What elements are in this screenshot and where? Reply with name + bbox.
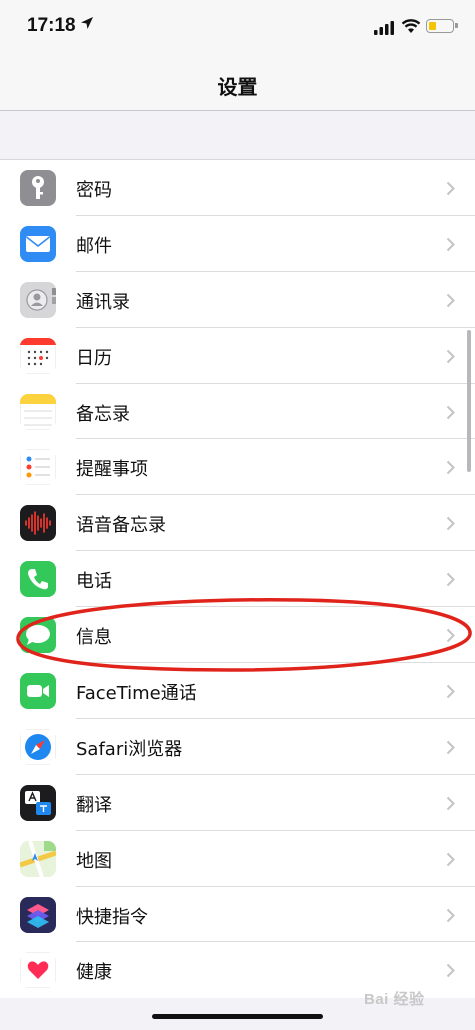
chevron-right-icon [446,964,455,978]
settings-row-messages[interactable]: 信息 [0,607,475,664]
settings-row-passwords[interactable]: 密码 [0,160,475,216]
scroll-indicator[interactable] [467,330,471,472]
calendar-icon [20,337,56,374]
settings-row-safari[interactable]: Safari浏览器 [0,719,475,775]
settings-row-label: 语音备忘录 [76,515,166,537]
status-bar: 17:18 [0,0,475,56]
phone-icon [20,561,56,598]
settings-row-label: 提醒事项 [76,459,148,481]
settings-row-translate[interactable]: 翻译 [0,775,475,831]
settings-row-label: 地图 [76,850,112,872]
chevron-right-icon [446,293,455,307]
navigation-bar: 设置 [0,56,475,111]
settings-row-label: 快捷指令 [76,906,148,928]
settings-row-label: FaceTime通话 [76,683,197,705]
settings-row-mail[interactable]: 邮件 [0,216,475,272]
settings-row-contacts[interactable]: 通讯录 [0,272,475,328]
key-icon [20,170,56,206]
home-indicator[interactable] [152,1014,323,1019]
settings-row-notes[interactable]: 备忘录 [0,384,475,440]
chevron-right-icon [446,237,455,252]
settings-row-voice-memos[interactable]: 语音备忘录 [0,495,475,552]
settings-row-label: Safari浏览器 [76,738,183,760]
wifi-icon [401,19,421,33]
settings-list: 密码 邮件 通讯录 日历 备忘录 提醒事项 语音备忘录 电话 信息 FaceTi… [0,159,475,999]
voice-memos-icon [20,505,56,542]
chevron-right-icon [446,628,455,643]
settings-row-label: 健康 [76,962,112,984]
settings-row-label: 备忘录 [76,403,130,425]
chevron-right-icon [446,740,455,755]
translate-icon [20,784,56,821]
chevron-right-icon [446,349,455,363]
chevron-right-icon [446,908,455,922]
settings-row-label: 密码 [76,180,112,201]
chevron-right-icon [446,573,455,587]
chevron-right-icon [446,796,455,811]
settings-row-label: 日历 [76,347,112,369]
chevron-right-icon [446,517,455,531]
location-arrow-icon [81,17,93,29]
mail-icon [20,225,56,262]
safari-icon [20,728,56,765]
maps-icon [20,840,56,877]
settings-row-reminders[interactable]: 提醒事项 [0,439,475,496]
facetime-icon [20,673,56,710]
contacts-icon [20,281,56,318]
shortcuts-icon [20,896,56,933]
chevron-right-icon [446,852,455,866]
settings-row-label: 电话 [76,571,112,593]
chevron-right-icon [446,461,455,475]
health-icon [20,952,56,989]
settings-row-calendar[interactable]: 日历 [0,328,475,384]
reminders-icon [20,449,56,486]
settings-row-facetime[interactable]: FaceTime通话 [0,663,475,719]
settings-row-shortcuts[interactable]: 快捷指令 [0,887,475,943]
settings-row-label: 翻译 [76,794,112,816]
chevron-right-icon [446,684,455,699]
settings-row-label: 信息 [76,627,112,649]
settings-row-label: 邮件 [76,235,112,257]
settings-row-maps[interactable]: 地图 [0,831,475,887]
messages-icon [20,617,56,654]
watermark-text: Bai 经验 [364,991,425,1008]
settings-row-label: 通讯录 [76,291,130,313]
settings-row-phone[interactable]: 电话 [0,551,475,608]
chevron-right-icon [446,405,455,419]
status-time: 17:18 [27,15,76,36]
chevron-right-icon [446,181,455,196]
cellular-signal-icon [374,21,394,35]
battery-icon [426,19,458,33]
page-title: 设置 [217,75,258,99]
notes-icon [20,393,56,430]
